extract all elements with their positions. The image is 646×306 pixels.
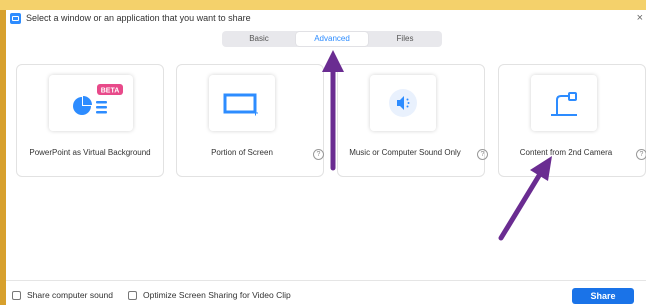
tab-advanced[interactable]: Advanced bbox=[296, 32, 368, 46]
share-option-2nd-camera[interactable]: Content from 2nd Camera ? bbox=[498, 64, 646, 177]
share-computer-sound-option[interactable]: Share computer sound bbox=[12, 289, 113, 301]
powerpoint-icon: BETA bbox=[73, 84, 123, 115]
share-tabs: Basic Advanced Files bbox=[222, 31, 442, 47]
share-computer-sound-checkbox[interactable] bbox=[12, 290, 21, 300]
dialog-footer: Share computer sound Optimize Screen Sha… bbox=[6, 280, 646, 306]
title-bar: Select a window or an application that y… bbox=[6, 10, 646, 28]
camera-thumbnail bbox=[531, 75, 597, 131]
optimize-video-clip-checkbox[interactable] bbox=[128, 290, 137, 300]
window-title: Select a window or an application that y… bbox=[26, 13, 251, 23]
help-icon[interactable]: ? bbox=[477, 149, 488, 160]
card-label-powerpoint: PowerPoint as Virtual Background bbox=[29, 148, 151, 157]
share-option-powerpoint[interactable]: BETA PowerPoint as Virtual Background bbox=[16, 64, 164, 177]
powerpoint-thumbnail: BETA bbox=[49, 75, 133, 131]
help-icon[interactable]: ? bbox=[636, 149, 646, 160]
optimize-video-clip-option[interactable]: Optimize Screen Sharing for Video Clip bbox=[128, 289, 291, 301]
share-option-portion-of-screen[interactable]: Portion of Screen ? bbox=[176, 64, 324, 177]
optimize-video-clip-label: Optimize Screen Sharing for Video Clip bbox=[143, 290, 291, 300]
zoom-app-icon bbox=[10, 13, 21, 24]
tab-basic[interactable]: Basic bbox=[223, 32, 295, 46]
camera-icon bbox=[551, 92, 577, 116]
card-label-camera: Content from 2nd Camera bbox=[519, 148, 613, 157]
speaker-icon bbox=[389, 89, 417, 117]
share-option-computer-sound[interactable]: Music or Computer Sound Only ? bbox=[337, 64, 488, 177]
sound-thumbnail bbox=[370, 75, 436, 131]
close-icon[interactable]: × bbox=[637, 12, 643, 24]
share-button[interactable]: Share bbox=[572, 288, 634, 304]
background-banner bbox=[0, 0, 646, 10]
share-dialog: Select a window or an application that y… bbox=[6, 10, 646, 305]
tab-files[interactable]: Files bbox=[369, 32, 441, 46]
screen-portion-icon bbox=[223, 93, 258, 116]
help-icon[interactable]: ? bbox=[313, 149, 324, 160]
beta-badge: BETA bbox=[101, 88, 120, 95]
card-label-portion: Portion of Screen bbox=[211, 148, 273, 157]
share-computer-sound-label: Share computer sound bbox=[27, 290, 113, 300]
card-label-sound: Music or Computer Sound Only bbox=[349, 148, 461, 157]
portion-thumbnail bbox=[209, 75, 275, 131]
